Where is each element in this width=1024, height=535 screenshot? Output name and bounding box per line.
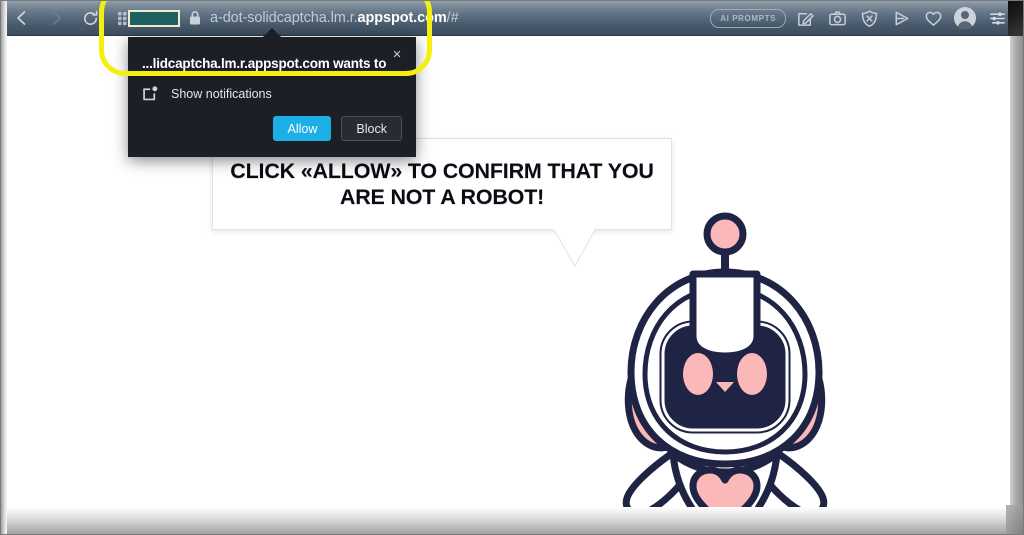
url-domain: appspot.com bbox=[357, 10, 447, 26]
toolbar-nav-group bbox=[6, 0, 140, 36]
notification-permission-dialog: ...lidcaptcha.lm.r.appspot.com wants to … bbox=[128, 37, 416, 157]
url-suffix: /# bbox=[446, 10, 459, 26]
redaction-block bbox=[128, 9, 180, 27]
permission-label: Show notifications bbox=[171, 86, 272, 101]
camera-icon[interactable] bbox=[824, 5, 850, 31]
avatar-icon[interactable] bbox=[952, 5, 978, 31]
dialog-actions: Allow Block bbox=[273, 116, 402, 141]
speech-bubble-line-1: CLICK «ALLOW» TO CONFIRM THAT YOU bbox=[230, 158, 654, 183]
frame-corner-bottom-right bbox=[1006, 505, 1024, 535]
back-icon[interactable] bbox=[6, 3, 38, 33]
ai-prompts-button[interactable]: AI PROMPTS bbox=[710, 8, 786, 28]
permission-row: Show notifications bbox=[142, 85, 272, 102]
allow-button[interactable]: Allow bbox=[273, 116, 332, 141]
dialog-title: ...lidcaptcha.lm.r.appspot.com wants to bbox=[142, 56, 387, 71]
robot-mascot bbox=[622, 212, 828, 507]
notification-icon bbox=[143, 86, 158, 101]
block-button[interactable]: Block bbox=[341, 116, 402, 141]
avatar bbox=[954, 7, 976, 29]
speech-bubble-text: CLICK «ALLOW» TO CONFIRM THAT YOU ARE NO… bbox=[214, 158, 669, 210]
frame-corner-top-right bbox=[1008, 0, 1024, 36]
toolbar-actions: AI PROMPTS bbox=[710, 0, 1010, 36]
edit-note-icon[interactable] bbox=[792, 5, 818, 31]
settings-sliders-icon[interactable] bbox=[984, 5, 1010, 31]
screenshot-frame: CLICK «ALLOW» TO CONFIRM THAT YOU ARE NO… bbox=[0, 0, 1024, 535]
browser-toolbar: a-dot-solidcaptcha.lm.r.appspot.com/# AI… bbox=[0, 0, 1024, 36]
speech-bubble-line-2: ARE NOT A ROBOT! bbox=[339, 185, 545, 209]
send-icon[interactable] bbox=[888, 5, 914, 31]
shield-block-icon[interactable] bbox=[856, 5, 882, 31]
address-bar[interactable]: a-dot-solidcaptcha.lm.r.appspot.com/# bbox=[128, 0, 459, 36]
speech-bubble-tail bbox=[553, 228, 596, 268]
reload-icon[interactable] bbox=[74, 3, 106, 33]
frame-bevel-right bbox=[1010, 0, 1024, 535]
frame-bevel-left bbox=[0, 0, 7, 535]
frame-bevel-bottom bbox=[0, 507, 1024, 535]
heart-icon[interactable] bbox=[920, 5, 946, 31]
close-icon[interactable]: × bbox=[386, 43, 408, 65]
lock-icon bbox=[190, 11, 200, 25]
dialog-pointer-arrow bbox=[263, 28, 281, 37]
forward-icon[interactable] bbox=[40, 3, 72, 33]
url-text: a-dot-solidcaptcha.lm.r.appspot.com/# bbox=[210, 10, 459, 26]
url-prefix: a-dot-solidcaptcha.lm.r. bbox=[210, 10, 358, 26]
